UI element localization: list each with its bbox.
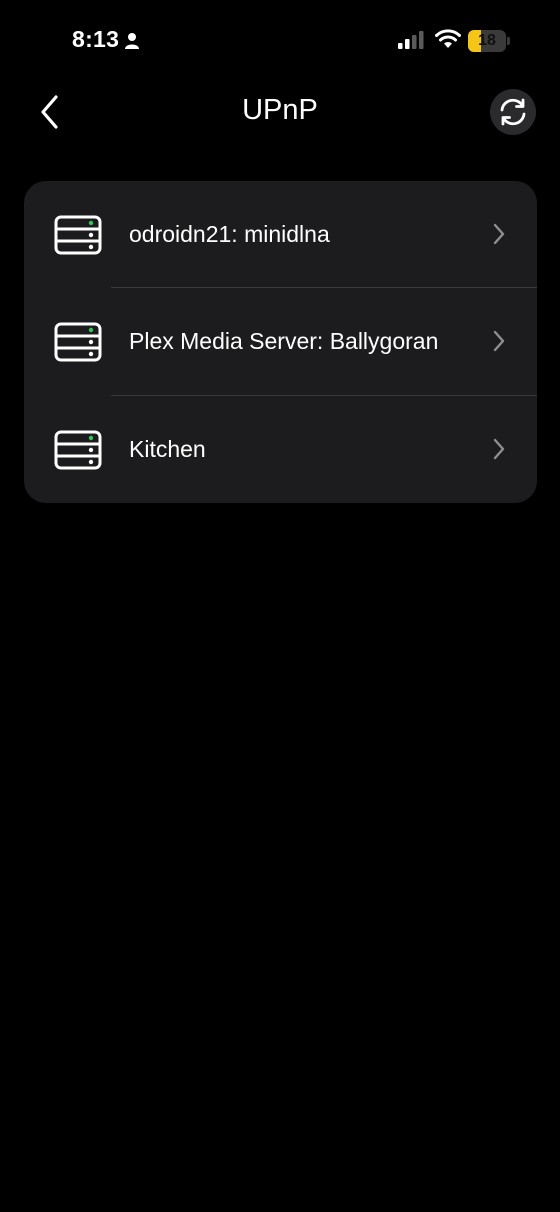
chevron-right-icon: [493, 331, 505, 352]
device-label: Plex Media Server: Ballygoran: [129, 328, 439, 355]
server-icon: [54, 430, 102, 470]
device-row-kitchen[interactable]: Kitchen: [24, 396, 537, 503]
status-time: 8:13: [72, 26, 120, 52]
device-list: odroidn21: minidlna Plex Media Server: B…: [24, 181, 537, 503]
chevron-right-icon: [493, 438, 505, 459]
device-row-odroidn21[interactable]: odroidn21: minidlna: [24, 181, 537, 289]
chevron-right-icon: [493, 223, 505, 245]
refresh-icon: [500, 98, 526, 126]
refresh-button[interactable]: [490, 89, 536, 135]
device-row-plex[interactable]: Plex Media Server: Ballygoran: [24, 288, 537, 396]
cellular-signal-icon: [398, 31, 424, 49]
wifi-icon: [435, 29, 461, 48]
battery-level: 18: [478, 32, 496, 49]
nav-bar: UPnP: [0, 84, 560, 140]
page-title: UPnP: [242, 94, 318, 126]
server-icon: [54, 322, 102, 362]
device-label: odroidn21: minidlna: [129, 221, 330, 247]
battery-icon: 18: [468, 30, 510, 52]
person-icon: [125, 33, 139, 49]
screen: 8:13 18 UPnP odroidn21: minidlna Plex Me…: [0, 0, 560, 1212]
server-icon: [54, 215, 102, 255]
device-label: Kitchen: [129, 435, 206, 462]
status-bar: 8:13 18: [0, 0, 560, 84]
